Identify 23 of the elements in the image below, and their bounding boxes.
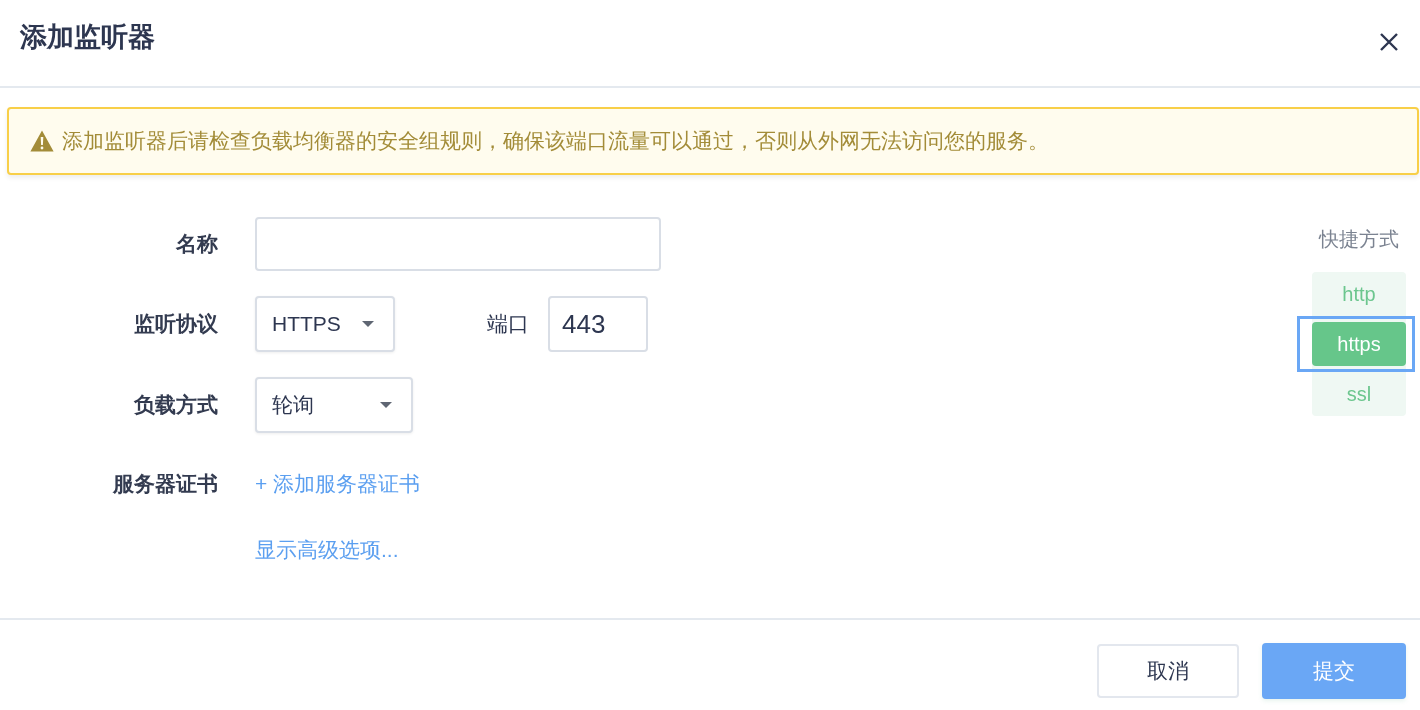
alert-text: 添加监听器后请检查负载均衡器的安全组规则，确保该端口流量可以通过，否则从外网无法访问您的服务。 xyxy=(62,128,1049,155)
shortcut-button[interactable]: http xyxy=(1312,272,1406,316)
shortcut-button[interactable]: ssl xyxy=(1312,372,1406,416)
field-label: 负载方式 xyxy=(133,392,218,419)
shortcut-title: 快捷方式 xyxy=(1319,227,1399,251)
field-label: 端口 xyxy=(487,311,529,338)
field-label: 监听协议 xyxy=(133,311,218,338)
dropdown-select[interactable]: 轮询 xyxy=(255,377,413,433)
form-link[interactable]: + 添加服务器证书 xyxy=(255,470,421,498)
dropdown-select[interactable]: HTTPS xyxy=(255,296,395,352)
caret-icon xyxy=(380,402,392,408)
cancel-button[interactable]: 取消 xyxy=(1097,644,1239,698)
port-field[interactable]: 443 xyxy=(548,296,648,352)
close-icon[interactable] xyxy=(1380,32,1398,51)
dialog-title: 添加监听器 xyxy=(20,21,155,55)
warning-icon xyxy=(30,130,54,152)
form-link[interactable]: 显示高级选项... xyxy=(255,536,399,564)
field-label: 服务器证书 xyxy=(111,471,218,498)
submit-button[interactable]: 提交 xyxy=(1262,643,1406,699)
caret-icon xyxy=(362,321,374,327)
field-label: 名称 xyxy=(175,231,218,258)
text-field[interactable] xyxy=(255,217,661,271)
shortcut-button[interactable]: https xyxy=(1312,322,1406,366)
